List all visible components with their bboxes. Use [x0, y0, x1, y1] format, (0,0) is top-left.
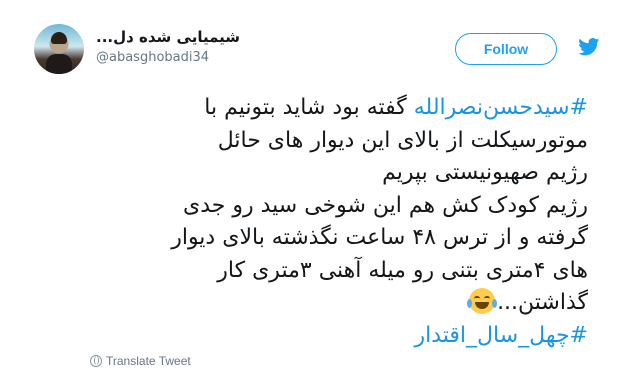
twitter-bird-icon[interactable] — [578, 38, 600, 56]
follow-button[interactable]: Follow — [455, 33, 557, 65]
display-name[interactable]: شیمیایی شده دل... — [96, 28, 436, 46]
tears-of-joy-emoji-icon — [467, 288, 498, 314]
tweet-line: های ۴متری بتنی رو میله آهنی ۳متری کار — [217, 257, 588, 283]
tweet-line: موتورسیکلت از بالای این دیوار های حائل — [217, 127, 588, 153]
tweet-text: #سیدحسن‌نصرالله گفته بود شاید بتونیم با … — [60, 92, 588, 352]
tweet-line: #سیدحسن‌نصرالله گفته بود شاید بتونیم با — [204, 95, 588, 120]
avatar[interactable] — [34, 24, 84, 74]
tweet-line: رژیم صهیونیستی بپریم — [382, 160, 588, 185]
tweet-line: رژیم کودک کش هم این شوخی سید رو جدی — [182, 192, 588, 218]
globe-icon — [90, 355, 102, 367]
tweet-line: گرفته و از ترس ۴۸ ساعت نگذشته بالای دیوا… — [171, 225, 588, 250]
tweet-card: شیمیایی شده دل... @abasghobadi34 Follow … — [0, 0, 628, 383]
user-info[interactable]: شیمیایی شده دل... @abasghobadi34 — [96, 28, 436, 65]
tweet-line: گذاشتن... — [60, 287, 588, 320]
translate-tweet-link[interactable]: Translate Tweet — [90, 354, 191, 368]
hashtag-link[interactable]: #چهل_سال_اقتدار — [60, 320, 588, 353]
user-handle[interactable]: @abasghobadi34 — [96, 50, 436, 65]
hashtag-link[interactable]: #سیدحسن‌نصرالله — [414, 95, 588, 120]
